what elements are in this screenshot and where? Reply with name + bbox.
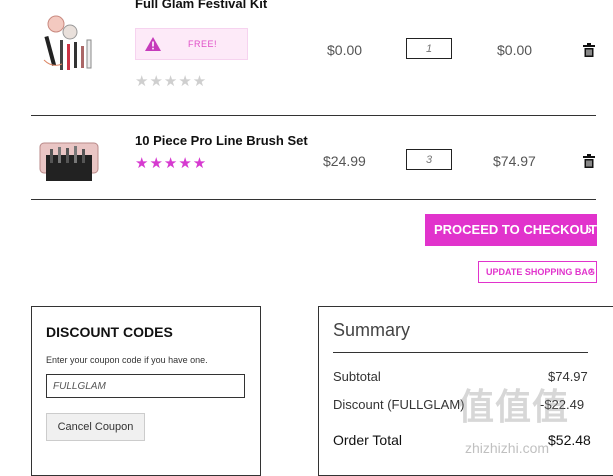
coupon-code-input[interactable] xyxy=(46,374,245,398)
proceed-to-checkout-button[interactable]: PROCEED TO CHECKOUT › xyxy=(425,214,597,246)
update-shopping-bag-button[interactable]: UPDATE SHOPPING BAG › xyxy=(478,261,597,283)
order-total-value: $52.48 xyxy=(548,432,591,448)
item-price: $24.99 xyxy=(323,153,366,169)
item-total: $0.00 xyxy=(497,42,533,58)
subtotal-label: Subtotal xyxy=(333,369,381,384)
discount-title: DISCOUNT CODES xyxy=(46,324,173,340)
update-label: UPDATE SHOPPING BAG xyxy=(486,267,595,277)
chevron-right-icon: › xyxy=(587,221,592,237)
trash-icon[interactable] xyxy=(583,43,595,62)
rating-stars: ★★★★★ xyxy=(135,155,208,172)
order-total-label: Order Total xyxy=(333,432,402,448)
discount-label: Discount (FULLGLAM) xyxy=(333,397,465,412)
warning-icon xyxy=(144,36,162,57)
rating-stars: ★★★★★ xyxy=(135,73,208,90)
row-divider xyxy=(31,199,596,200)
summary-divider xyxy=(333,352,588,353)
product-image-brush-set[interactable] xyxy=(38,133,100,185)
watermark-url: zhizhizhi.com xyxy=(465,440,550,456)
free-badge: FREE! xyxy=(135,28,248,60)
cancel-coupon-button[interactable]: Cancel Coupon xyxy=(46,413,145,441)
item-price: $0.00 xyxy=(327,42,363,58)
summary-title: Summary xyxy=(333,320,411,340)
item-title[interactable]: 10 Piece Pro Line Brush Set xyxy=(135,133,308,148)
watermark-logo: 值值值 xyxy=(458,386,570,427)
quantity-input[interactable] xyxy=(406,149,452,170)
coupon-hint: Enter your coupon code if you have one. xyxy=(46,355,208,365)
free-badge-label: FREE! xyxy=(188,39,218,49)
item-total: $74.97 xyxy=(493,153,536,169)
item-title[interactable]: Full Glam Festival Kit xyxy=(135,0,267,11)
product-image-festival-kit[interactable] xyxy=(40,10,102,76)
checkout-label: PROCEED TO CHECKOUT xyxy=(434,222,597,237)
quantity-input[interactable] xyxy=(406,38,452,59)
trash-icon[interactable] xyxy=(583,154,595,173)
chevron-right-icon: › xyxy=(589,265,593,277)
row-divider xyxy=(31,115,596,116)
